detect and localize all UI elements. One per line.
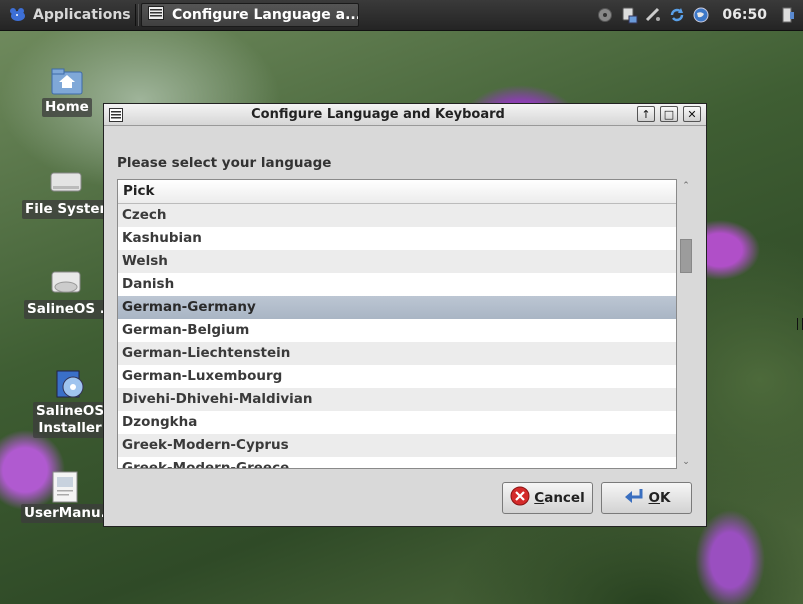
- home-folder-icon: [49, 64, 85, 98]
- list-item[interactable]: German-Belgium: [118, 319, 676, 342]
- ok-label-rest: K: [660, 490, 671, 506]
- window-icon: [148, 6, 164, 24]
- clock[interactable]: 06:50: [722, 7, 767, 23]
- arrow-up-icon: ↑: [641, 107, 651, 121]
- list-item[interactable]: Welsh: [118, 250, 676, 273]
- mouse-logo-icon: [8, 7, 28, 23]
- list-item[interactable]: Greek-Modern-Cyprus: [118, 434, 676, 457]
- dialog-titlebar[interactable]: Configure Language and Keyboard ↑ □ ✕: [104, 104, 706, 126]
- desktop-icon-label: SalineOS .: [24, 300, 108, 319]
- list-item[interactable]: Kashubian: [118, 227, 676, 250]
- desktop-icon-filesystem[interactable]: File Syster: [22, 166, 110, 219]
- cancel-button[interactable]: Cancel: [502, 482, 593, 514]
- top-panel: Applications Configure Language a... 06:…: [0, 0, 803, 31]
- desktop-icon-label-line2: Installer: [38, 420, 102, 436]
- ok-label: OK: [649, 490, 671, 506]
- desktop-icon-salineos-disc[interactable]: SalineOS .: [24, 266, 108, 319]
- cancel-x-icon: [510, 486, 530, 510]
- shade-button[interactable]: ↑: [637, 106, 655, 122]
- desktop-icon-label: Home: [42, 98, 92, 117]
- list-item[interactable]: Dzongkha: [118, 411, 676, 434]
- desktop-icon-usermanual[interactable]: UserManu.: [21, 470, 109, 523]
- maximize-icon: □: [663, 107, 675, 121]
- list-item[interactable]: Greek-Modern-Greece: [118, 457, 676, 468]
- ok-mnemonic: O: [648, 490, 660, 506]
- ok-return-arrow-icon: [623, 487, 645, 509]
- scroll-up-arrow-icon[interactable]: ⌃: [679, 179, 693, 193]
- desktop-icon-label: File Syster: [22, 200, 110, 219]
- list-item-selected[interactable]: German-Germany: [118, 296, 676, 319]
- cancel-mnemonic: C: [534, 490, 545, 506]
- ok-button[interactable]: OK: [601, 482, 692, 514]
- scrollbar-thumb[interactable]: [680, 239, 692, 273]
- network-icon[interactable]: [644, 6, 662, 24]
- optical-drive-icon: [48, 266, 84, 300]
- desktop-icon-label: UserManu.: [21, 504, 109, 523]
- applications-menu-button[interactable]: Applications: [4, 3, 135, 27]
- configure-language-dialog: Configure Language and Keyboard ↑ □ ✕ Pl…: [103, 103, 707, 527]
- close-button[interactable]: ✕: [683, 106, 701, 122]
- list-item[interactable]: Divehi-Dhivehi-Maldivian: [118, 388, 676, 411]
- document-icon: [47, 470, 83, 504]
- list-item[interactable]: Czech: [118, 204, 676, 227]
- list-item[interactable]: Danish: [118, 273, 676, 296]
- desktop-icon-label-line1: SalineOS: [36, 403, 105, 419]
- system-tray: 06:50: [596, 4, 797, 26]
- taskbar-window-button[interactable]: Configure Language a...: [141, 3, 359, 27]
- text-cursor-icon: [797, 318, 803, 330]
- scroll-down-arrow-icon[interactable]: ⌄: [679, 455, 693, 469]
- list-item[interactable]: German-Liechtenstein: [118, 342, 676, 365]
- list-scrollbar[interactable]: ⌃ ⌄: [679, 179, 693, 469]
- list-column-header[interactable]: Pick: [118, 180, 676, 204]
- language-list[interactable]: Pick Czech Kashubian Welsh Danish German…: [117, 179, 677, 469]
- applications-label: Applications: [33, 7, 131, 23]
- cancel-label: Cancel: [534, 490, 584, 506]
- exit-icon[interactable]: [779, 6, 797, 24]
- globe-icon[interactable]: [692, 6, 710, 24]
- taskbar-window-title: Configure Language a...: [172, 7, 358, 23]
- list-item[interactable]: German-Luxembourg: [118, 365, 676, 388]
- cancel-label-rest: ancel: [544, 490, 585, 506]
- desktop-icon-label: SalineOS Installer: [33, 402, 108, 438]
- update-refresh-icon[interactable]: [668, 6, 686, 24]
- desktop-icon-home[interactable]: Home: [42, 64, 92, 117]
- close-icon: ✕: [687, 107, 697, 121]
- cd-drive-icon[interactable]: [596, 6, 614, 24]
- maximize-button[interactable]: □: [660, 106, 678, 122]
- desktop-icon-installer[interactable]: SalineOS Installer: [33, 368, 108, 438]
- hard-drive-icon: [48, 166, 84, 200]
- panel-separator: [135, 4, 139, 26]
- installer-disc-icon: [52, 368, 88, 402]
- usb-drive-icon[interactable]: [620, 6, 638, 24]
- dialog-body: Please select your language Pick Czech K…: [104, 126, 706, 526]
- dialog-title: Configure Language and Keyboard: [251, 107, 505, 122]
- language-prompt: Please select your language: [117, 155, 332, 171]
